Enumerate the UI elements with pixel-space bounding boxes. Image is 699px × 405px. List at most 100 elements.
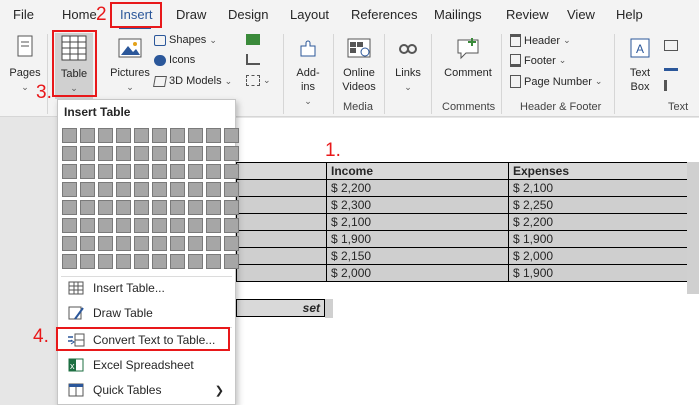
tab-design[interactable]: Design	[228, 7, 268, 22]
grid-cell[interactable]	[80, 218, 95, 233]
grid-cell[interactable]	[152, 128, 167, 143]
comment-button[interactable]: Comment	[438, 36, 498, 80]
grid-cell[interactable]	[188, 182, 203, 197]
grid-cell[interactable]	[62, 182, 77, 197]
table-cell[interactable]: $ 1,900	[508, 230, 691, 248]
grid-cell[interactable]	[98, 200, 113, 215]
icons-button[interactable]: Icons	[154, 54, 195, 66]
table-cell[interactable]	[236, 247, 327, 265]
grid-cell[interactable]	[188, 236, 203, 251]
grid-cell[interactable]	[206, 218, 221, 233]
table-cell[interactable]: $ 2,200	[508, 213, 691, 231]
text-box-button[interactable]: A Text Box	[622, 36, 658, 94]
tab-home[interactable]: Home	[62, 7, 97, 22]
table-cell[interactable]: $ 1,900	[326, 230, 509, 248]
grid-cell[interactable]	[170, 254, 185, 269]
table-cell[interactable]	[236, 230, 327, 248]
grid-cell[interactable]	[80, 128, 95, 143]
tab-draw[interactable]: Draw	[176, 7, 206, 22]
table-cell[interactable]	[236, 196, 327, 214]
grid-cell[interactable]	[134, 164, 149, 179]
grid-cell[interactable]	[224, 146, 239, 161]
table-header-cell[interactable]: Income	[326, 162, 509, 180]
table-cell[interactable]	[236, 162, 327, 180]
grid-cell[interactable]	[98, 182, 113, 197]
grid-cell[interactable]	[98, 254, 113, 269]
quick-tables-item[interactable]: Quick Tables ❯	[61, 379, 232, 401]
grid-cell[interactable]	[224, 164, 239, 179]
grid-cell[interactable]	[98, 164, 113, 179]
screenshot-button[interactable]: ⌄	[246, 75, 271, 86]
grid-cell[interactable]	[116, 182, 131, 197]
wordart-button[interactable]	[664, 60, 678, 71]
tab-mailings[interactable]: Mailings	[434, 7, 482, 22]
grid-cell[interactable]	[188, 146, 203, 161]
grid-cell[interactable]	[62, 218, 77, 233]
grid-cell[interactable]	[134, 128, 149, 143]
grid-cell[interactable]	[134, 200, 149, 215]
data-table[interactable]: Income Expenses $ 2,200 $ 2,100 $ 2,300 …	[236, 162, 691, 282]
grid-cell[interactable]	[206, 182, 221, 197]
grid-cell[interactable]	[98, 236, 113, 251]
chart-button[interactable]	[246, 54, 260, 65]
grid-cell[interactable]	[80, 182, 95, 197]
tab-layout[interactable]: Layout	[290, 7, 329, 22]
grid-cell[interactable]	[62, 164, 77, 179]
table-cell[interactable]: $ 2,100	[326, 213, 509, 231]
grid-cell[interactable]	[116, 218, 131, 233]
grid-cell[interactable]	[134, 146, 149, 161]
grid-cell[interactable]	[224, 182, 239, 197]
table-cell[interactable]	[236, 213, 327, 231]
table-cell[interactable]	[236, 179, 327, 197]
partial-table-label[interactable]: set	[236, 299, 325, 317]
drop-cap-button[interactable]	[664, 80, 678, 91]
table-cell[interactable]: $ 2,000	[326, 264, 509, 282]
smartart-button[interactable]	[246, 34, 260, 45]
add-ins-button[interactable]: Add-ins ⌄	[290, 36, 326, 108]
grid-cell[interactable]	[152, 182, 167, 197]
grid-cell[interactable]	[188, 254, 203, 269]
grid-cell[interactable]	[170, 200, 185, 215]
grid-cell[interactable]	[170, 128, 185, 143]
tab-file[interactable]: File	[13, 7, 34, 22]
footer-button[interactable]: Footer ⌄	[510, 54, 566, 67]
draw-table-item[interactable]: Draw Table	[61, 302, 232, 324]
grid-cell[interactable]	[188, 164, 203, 179]
table-size-grid[interactable]	[62, 128, 239, 269]
grid-cell[interactable]	[170, 236, 185, 251]
grid-cell[interactable]	[170, 182, 185, 197]
grid-cell[interactable]	[224, 200, 239, 215]
table-cell[interactable]: $ 2,100	[508, 179, 691, 197]
grid-cell[interactable]	[152, 254, 167, 269]
grid-cell[interactable]	[116, 200, 131, 215]
grid-cell[interactable]	[152, 200, 167, 215]
grid-cell[interactable]	[80, 200, 95, 215]
grid-cell[interactable]	[98, 128, 113, 143]
header-button[interactable]: Header ⌄	[510, 34, 571, 47]
grid-cell[interactable]	[134, 182, 149, 197]
table-cell[interactable]: $ 2,000	[508, 247, 691, 265]
grid-cell[interactable]	[206, 146, 221, 161]
grid-cell[interactable]	[80, 254, 95, 269]
online-videos-button[interactable]: Online Videos	[338, 36, 380, 94]
grid-cell[interactable]	[98, 218, 113, 233]
grid-cell[interactable]	[80, 236, 95, 251]
links-button[interactable]: Links ⌄	[391, 36, 425, 94]
grid-cell[interactable]	[206, 236, 221, 251]
table-cell[interactable]: $ 2,200	[326, 179, 509, 197]
grid-cell[interactable]	[152, 236, 167, 251]
grid-cell[interactable]	[152, 218, 167, 233]
excel-spreadsheet-item[interactable]: x Excel Spreadsheet	[61, 354, 232, 376]
grid-cell[interactable]	[170, 164, 185, 179]
shapes-button[interactable]: Shapes ⌄	[154, 34, 217, 46]
grid-cell[interactable]	[206, 128, 221, 143]
grid-cell[interactable]	[224, 218, 239, 233]
grid-cell[interactable]	[224, 128, 239, 143]
grid-cell[interactable]	[134, 254, 149, 269]
pictures-button[interactable]: Pictures ⌄	[108, 36, 152, 94]
table-cell[interactable]: $ 2,250	[508, 196, 691, 214]
grid-cell[interactable]	[134, 218, 149, 233]
grid-cell[interactable]	[80, 164, 95, 179]
grid-cell[interactable]	[224, 254, 239, 269]
grid-cell[interactable]	[206, 164, 221, 179]
